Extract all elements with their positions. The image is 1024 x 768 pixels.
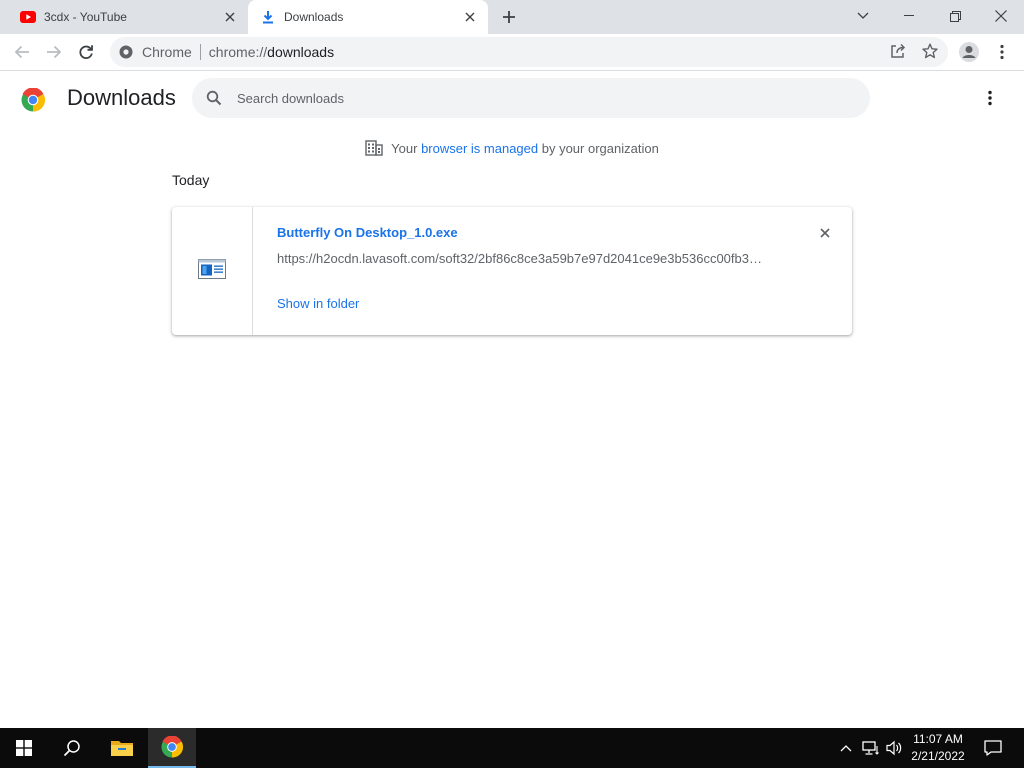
profile-avatar[interactable]	[955, 38, 983, 66]
more-actions-icon[interactable]	[978, 86, 1002, 110]
action-center-notification-icon[interactable]	[978, 728, 1008, 768]
site-chip-label: Chrome	[142, 44, 192, 60]
url-path: downloads	[267, 44, 335, 60]
exe-file-icon	[198, 258, 226, 284]
back-button[interactable]	[8, 38, 36, 66]
search-downloads-field[interactable]	[192, 78, 870, 118]
address-bar[interactable]: Chrome chrome://downloads	[110, 37, 948, 67]
close-window-button[interactable]	[978, 0, 1024, 32]
search-icon	[204, 88, 224, 108]
new-tab-button[interactable]	[497, 5, 521, 29]
windows-taskbar: 11:07 AM 2/21/2022	[0, 728, 1024, 768]
browser-managed-link[interactable]: browser is managed	[421, 141, 538, 156]
file-explorer-icon[interactable]	[98, 728, 146, 768]
clock-time: 11:07 AM	[913, 732, 963, 746]
managed-suffix: by your organization	[538, 140, 659, 156]
reload-button[interactable]	[72, 38, 100, 66]
taskbar-chrome-icon[interactable]	[148, 728, 196, 768]
tab-youtube[interactable]: 3cdx - YouTube	[8, 0, 248, 34]
show-in-folder-link[interactable]: Show in folder	[277, 296, 359, 311]
download-item-card: Butterfly On Desktop_1.0.exe https://h2o…	[172, 207, 852, 335]
show-hidden-icons-chevron-up-icon[interactable]	[836, 728, 856, 768]
share-icon[interactable]	[886, 39, 910, 63]
system-clock[interactable]: 11:07 AM 2/21/2022	[900, 731, 976, 765]
date-heading: Today	[172, 172, 210, 188]
omnibox-divider	[199, 44, 201, 60]
tab-downloads[interactable]: Downloads	[248, 0, 488, 34]
start-button[interactable]	[0, 728, 48, 768]
chrome-logo-icon	[21, 87, 46, 112]
clock-date: 2/21/2022	[911, 749, 965, 763]
download-icon	[260, 9, 276, 25]
chrome-menu-icon[interactable]	[988, 38, 1016, 66]
downloads-header: Downloads	[0, 72, 1024, 128]
close-tab-icon[interactable]	[220, 7, 240, 27]
tab-title: Downloads	[284, 10, 344, 24]
tab-search-chevron-down-icon[interactable]	[840, 0, 886, 32]
youtube-icon	[20, 9, 36, 25]
browser-toolbar: Chrome chrome://downloads	[0, 34, 1024, 71]
search-input[interactable]	[237, 90, 837, 106]
network-icon[interactable]	[860, 728, 882, 768]
close-tab-icon[interactable]	[460, 7, 480, 27]
page-title: Downloads	[67, 85, 176, 110]
tab-strip: 3cdx - YouTube Downloads	[0, 0, 1024, 34]
file-icon-column	[172, 207, 253, 335]
file-name-link[interactable]: Butterfly On Desktop_1.0.exe	[277, 225, 458, 240]
file-source-url[interactable]: https://h2ocdn.lavasoft.com/soft32/2bf86…	[277, 251, 777, 266]
bookmark-star-icon[interactable]	[918, 39, 942, 63]
managed-notice: Your browser is managed by your organiza…	[0, 138, 1024, 158]
chrome-site-icon[interactable]	[118, 44, 134, 60]
building-icon	[365, 139, 383, 157]
forward-button[interactable]	[40, 38, 68, 66]
minimize-button[interactable]	[886, 0, 932, 32]
taskbar-search-icon[interactable]	[48, 728, 96, 768]
tab-title: 3cdx - YouTube	[44, 10, 127, 24]
remove-download-close-icon[interactable]	[815, 223, 835, 243]
url-scheme: chrome://	[208, 44, 268, 60]
managed-prefix: Your	[391, 140, 422, 156]
restore-button[interactable]	[932, 0, 978, 32]
